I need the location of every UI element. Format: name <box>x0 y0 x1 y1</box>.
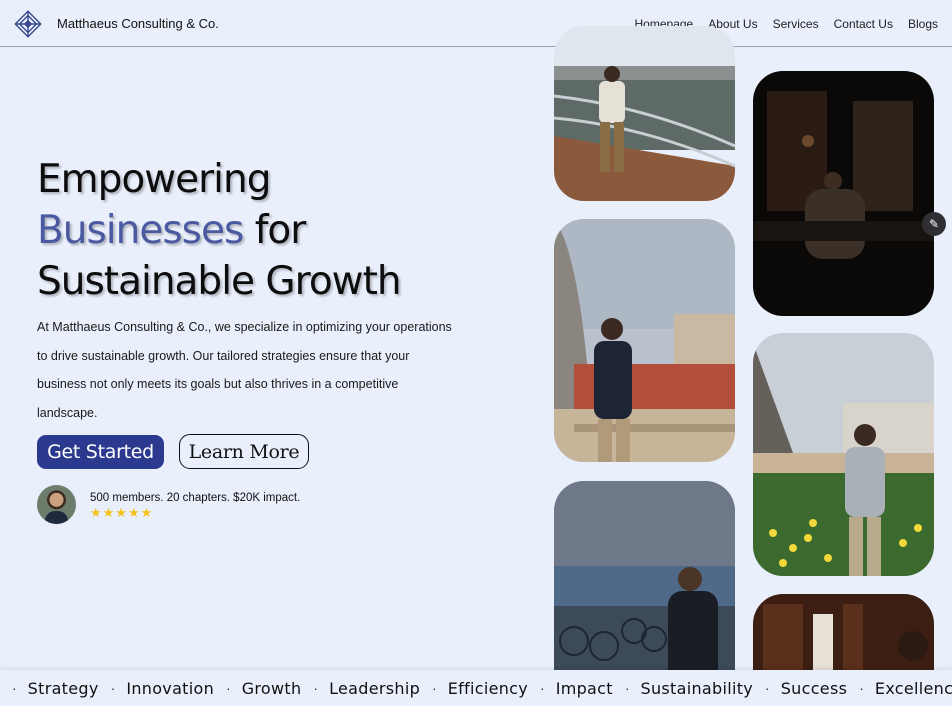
photo-bikes-harbor <box>554 481 735 701</box>
brand-name[interactable]: Matthaeus Consulting & Co. <box>57 16 219 31</box>
ticker-item-excellence: Excellence <box>874 678 952 698</box>
photo-bar-night <box>753 71 934 316</box>
photo-boat-river <box>554 26 735 201</box>
nav-link-blogs[interactable]: Blogs <box>908 17 938 31</box>
ticker-separator: · <box>765 680 770 696</box>
ticker-item-impact: Impact <box>555 678 613 698</box>
hero-title-line-1: Empowering <box>37 157 271 202</box>
ticker-item-innovation: Innovation <box>126 678 215 698</box>
social-proof-text: 500 members. 20 chapters. $20K impact. <box>90 492 301 504</box>
ticker-separator: · <box>12 680 17 696</box>
hero-description: At Matthaeus Consulting & Co., we specia… <box>37 320 452 420</box>
ticker-separator: · <box>859 680 864 696</box>
ticker-separator: · <box>226 680 231 696</box>
ticker-separator: · <box>624 680 630 696</box>
hero-title-accent: Businesses <box>37 208 244 253</box>
hero-title-line-3: Sustainable Growth <box>37 259 402 304</box>
nav-link-contact-us[interactable]: Contact Us <box>834 17 893 31</box>
ticker-item-growth: Growth <box>241 678 302 698</box>
get-started-button[interactable]: Get Started <box>37 435 164 469</box>
learn-more-button[interactable]: Learn More <box>179 434 309 469</box>
ticker-separator: · <box>313 680 319 696</box>
ticker-item-strategy: Strategy <box>27 678 99 698</box>
top-navbar: Matthaeus Consulting & Co. Homepage Abou… <box>0 0 952 47</box>
ticker-separator: · <box>110 680 116 696</box>
edit-pencil-icon[interactable]: ✎ <box>922 212 946 236</box>
ticker-item-leadership: Leadership <box>329 678 421 698</box>
photo-balcony-city <box>554 219 735 462</box>
hero-title-for: for <box>243 208 307 253</box>
ticker-separator: · <box>432 680 437 696</box>
hero-title: Empowering Businesses for Sustainable Gr… <box>37 154 402 307</box>
keyword-ticker: · Strategy · Innovation · Growth · Leade… <box>0 670 952 706</box>
photo-park-daffodils <box>753 333 934 576</box>
member-avatar <box>37 485 76 524</box>
diamond-logo-icon[interactable] <box>13 9 43 39</box>
ticker-item-efficiency: Efficiency <box>447 678 529 698</box>
nav-link-services[interactable]: Services <box>773 17 819 31</box>
rating-stars: ★★★★★ <box>90 505 154 520</box>
ticker-item-success: Success <box>780 678 848 698</box>
ticker-item-sustainability: Sustainability <box>640 678 754 698</box>
ticker-separator: · <box>540 680 545 696</box>
